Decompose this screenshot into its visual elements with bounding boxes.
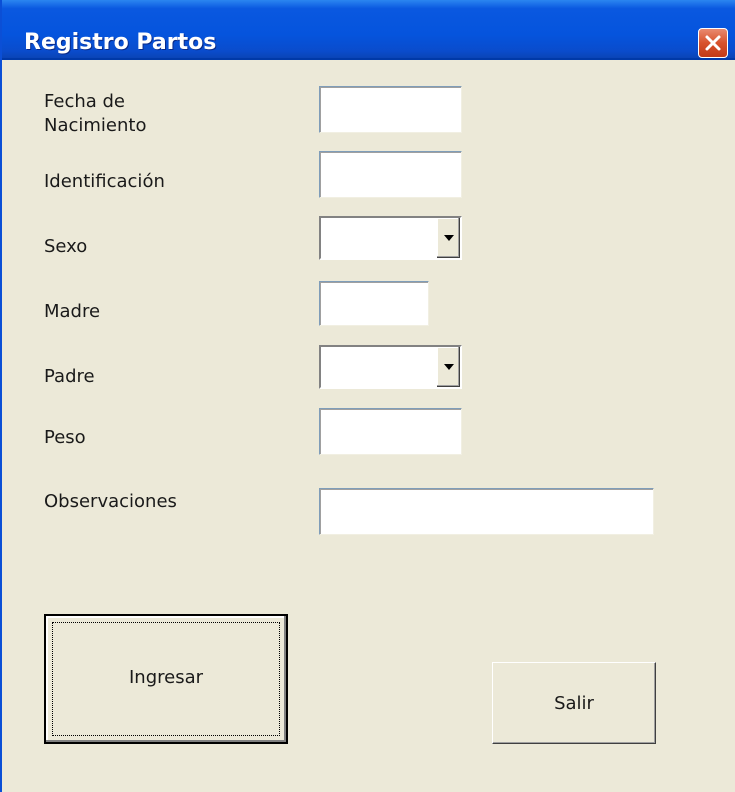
salir-button[interactable]: Salir: [492, 662, 656, 744]
dropdown-arrow-icon: [443, 364, 454, 370]
salir-button-label: Salir: [554, 692, 594, 714]
fecha-label: Fecha de Nacimiento: [44, 90, 146, 138]
window-title: Registro Partos: [24, 30, 217, 55]
sexo-combobox[interactable]: [319, 216, 462, 260]
padre-dropdown-button[interactable]: [436, 347, 460, 387]
madre-label: Madre: [44, 301, 101, 322]
close-icon: [705, 35, 721, 51]
dialog-window: Registro Partos Fecha de Nacimiento Iden…: [0, 0, 735, 792]
padre-label: Padre: [44, 366, 95, 387]
peso-field[interactable]: [319, 408, 462, 455]
close-button[interactable]: [698, 28, 728, 58]
identificacion-field[interactable]: [319, 151, 462, 198]
observaciones-label: Observaciones: [44, 491, 177, 512]
fecha-label-line2: Nacimiento: [44, 115, 147, 136]
sexo-label: Sexo: [44, 236, 88, 257]
title-bar[interactable]: Registro Partos: [2, 0, 735, 60]
madre-field[interactable]: [319, 281, 429, 326]
observaciones-field[interactable]: [319, 488, 654, 535]
padre-combobox[interactable]: [319, 345, 462, 389]
dropdown-arrow-icon: [443, 235, 454, 241]
fecha-nacimiento-field[interactable]: [319, 86, 462, 133]
ingresar-button[interactable]: Ingresar: [44, 614, 288, 744]
fecha-label-line1: Fecha de: [44, 91, 125, 112]
identificacion-label: Identificación: [44, 171, 165, 192]
sexo-dropdown-button[interactable]: [436, 218, 460, 258]
peso-label: Peso: [44, 427, 86, 448]
ingresar-button-label: Ingresar: [128, 666, 204, 688]
